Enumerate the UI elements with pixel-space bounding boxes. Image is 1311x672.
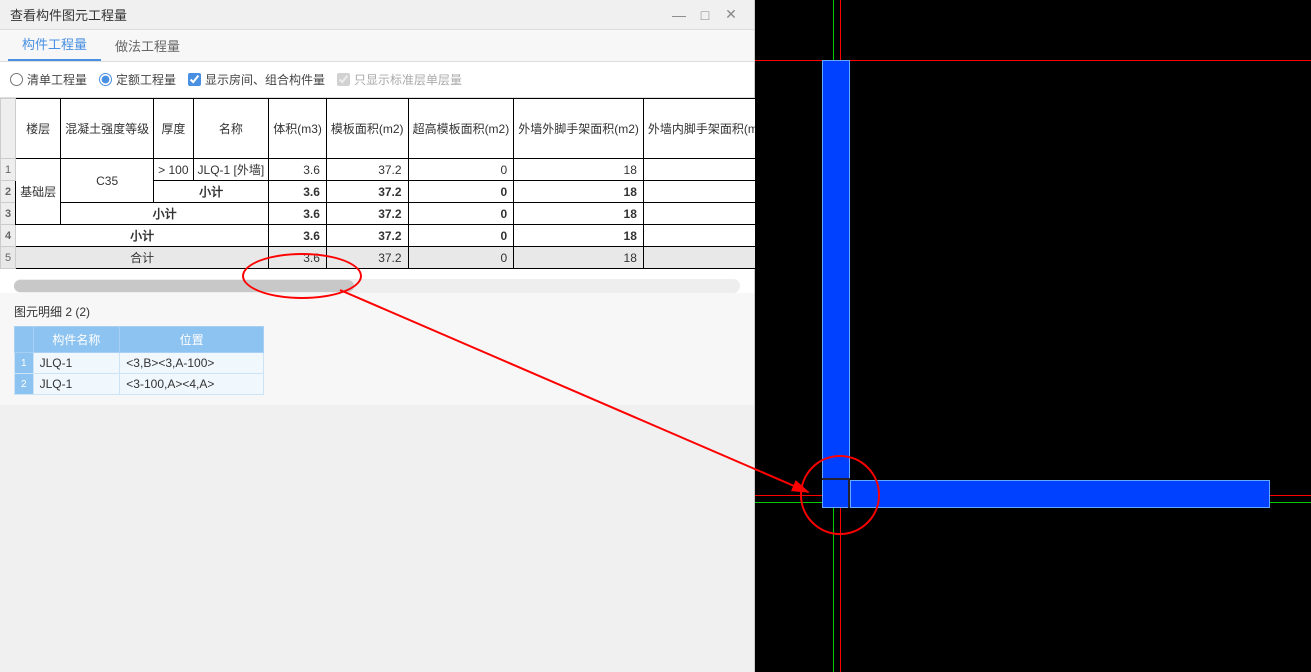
tab-method-qty[interactable]: 做法工程量	[101, 30, 194, 61]
maximize-button[interactable]: □	[692, 7, 718, 23]
col-ext-out-scaffold: 外墙外脚手架面积(m2)	[514, 99, 644, 159]
col-thickness: 厚度	[154, 99, 193, 159]
col-formwork: 模板面积(m2)	[326, 99, 408, 159]
minimize-button[interactable]: —	[666, 7, 692, 23]
detail-row[interactable]: 1 JLQ-1 <3,B><3,A-100>	[15, 353, 264, 374]
scrollbar-thumb[interactable]	[14, 280, 354, 292]
panel-footer	[0, 405, 754, 672]
checkbox-single-floor[interactable]: 只显示标准层单层量	[337, 71, 462, 88]
col-volume: 体积(m3)	[269, 99, 327, 159]
tab-component-qty[interactable]: 构件工程量	[8, 28, 101, 61]
col-name: 名称	[193, 99, 269, 159]
col-grade: 混凝土强度等级	[61, 99, 154, 159]
window-title: 查看构件图元工程量	[10, 5, 666, 24]
detail-title: 图元明细 2 (2)	[14, 303, 740, 320]
radio-list-qty[interactable]: 清单工程量	[10, 71, 87, 88]
radio-quota-qty[interactable]: 定额工程量	[99, 71, 176, 88]
detail-col-name: 构件名称	[33, 327, 120, 353]
quantity-grid: 楼层 混凝土强度等级 厚度 名称 体积(m3) 模板面积(m2) 超高模板面积(…	[0, 98, 754, 293]
grid-mark	[822, 478, 850, 480]
close-button[interactable]: ✕	[718, 6, 744, 23]
horizontal-scrollbar[interactable]	[14, 279, 740, 293]
grid-mark	[848, 480, 850, 508]
col-high-formwork: 超高模板面积(m2)	[408, 99, 514, 159]
tabs: 构件工程量 做法工程量	[0, 30, 754, 62]
toolbar: 清单工程量 定额工程量 显示房间、组合构件量 只显示标准层单层量	[0, 62, 754, 98]
cad-viewport[interactable]	[755, 0, 1311, 672]
col-ext-in-scaffold: 外墙内脚手架面积(m2)	[643, 99, 773, 159]
wall-vertical[interactable]	[822, 60, 850, 508]
col-floor: 楼层	[16, 99, 61, 159]
titlebar: 查看构件图元工程量 — □ ✕	[0, 0, 754, 30]
checkbox-show-room[interactable]: 显示房间、组合构件量	[188, 71, 325, 88]
detail-col-pos: 位置	[120, 327, 264, 353]
detail-row[interactable]: 2 JLQ-1 <3-100,A><4,A>	[15, 374, 264, 395]
detail-table[interactable]: 构件名称 位置 1 JLQ-1 <3,B><3,A-100> 2 JLQ-1 <…	[14, 326, 264, 395]
wall-horizontal[interactable]	[850, 480, 1270, 508]
